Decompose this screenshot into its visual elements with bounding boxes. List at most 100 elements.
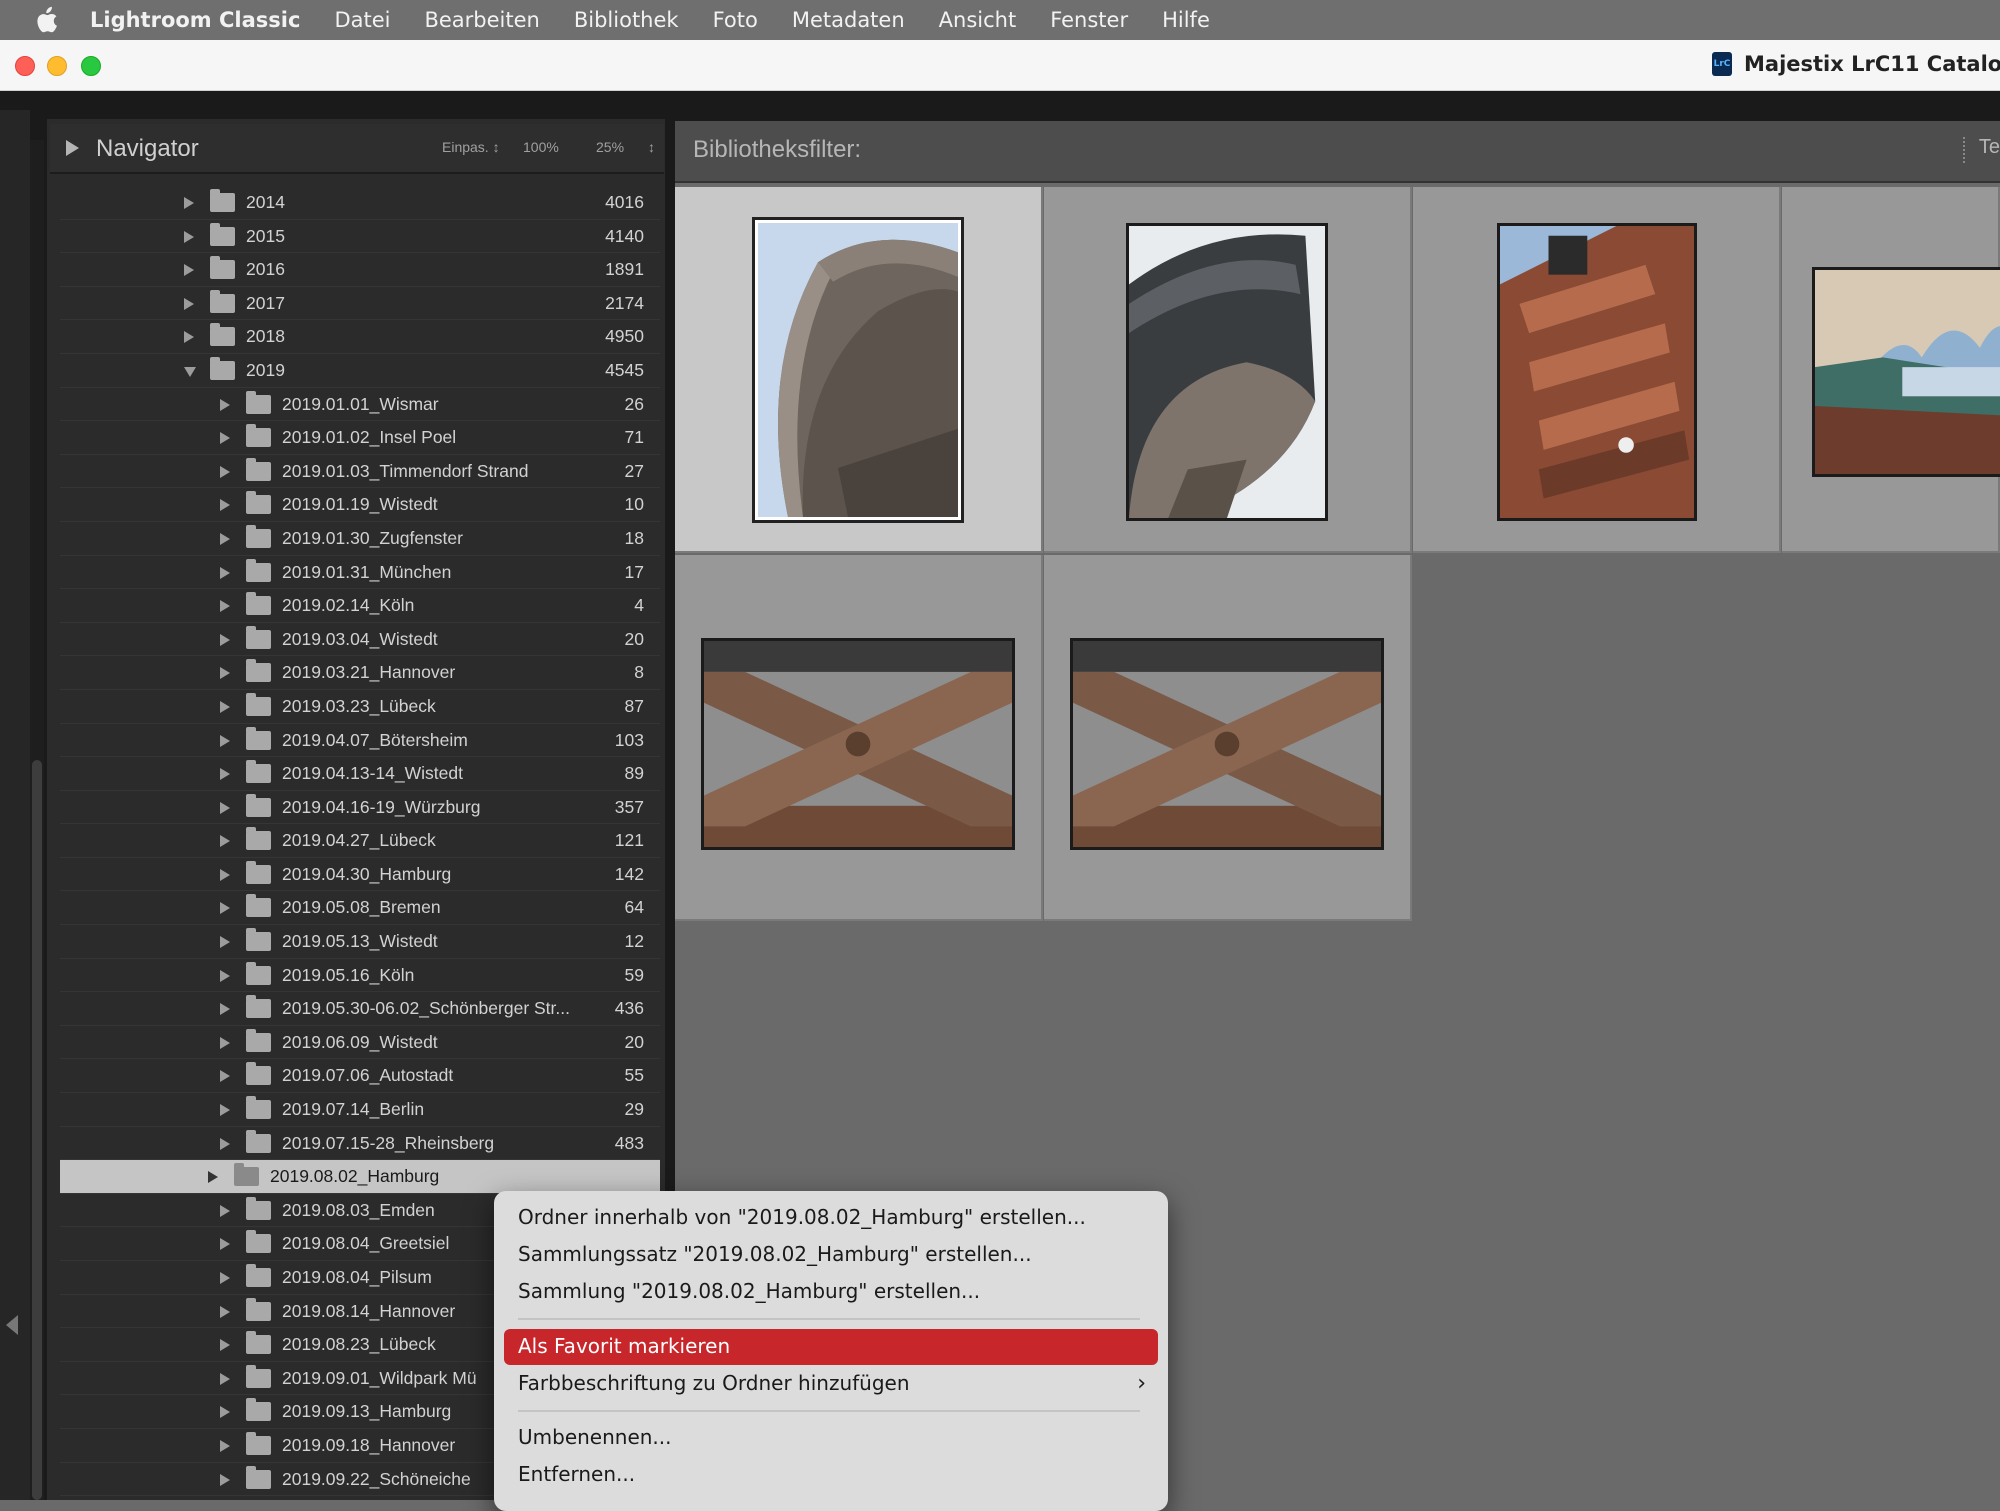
folder-row[interactable]: 2019.03.21_Hannover 8 (60, 656, 660, 690)
folder-row[interactable]: 2019.07.15-28_Rheinsberg 483 (60, 1127, 660, 1161)
collapsed-triangle-icon[interactable] (220, 1439, 230, 1452)
folder-row[interactable]: 2019.01.01_Wismar 26 (60, 388, 660, 422)
filter-text-option[interactable]: Te (1979, 136, 2000, 159)
folder-row[interactable]: 2019.04.07_Bötersheim 103 (60, 724, 660, 758)
zoom-stepper-icon[interactable]: ↕ (648, 139, 655, 155)
menu-rename[interactable]: Umbenennen... (518, 1425, 672, 1449)
menu-create-collection[interactable]: Sammlung "2019.08.02_Hamburg" erstellen.… (518, 1279, 980, 1303)
folder-row[interactable]: 2019.05.13_Wistedt 12 (60, 925, 660, 959)
grid-cell[interactable] (1044, 555, 1412, 921)
folder-row[interactable]: 2019.05.30-06.02_Schönberger Str... 436 (60, 992, 660, 1026)
window-minimize-button[interactable] (47, 56, 67, 76)
left-panel-scroll-thumb[interactable] (32, 760, 42, 1500)
collapsed-triangle-icon[interactable] (184, 264, 194, 277)
menu-bearbeiten[interactable]: Bearbeiten (424, 8, 539, 32)
collapsed-triangle-icon[interactable] (220, 1003, 230, 1016)
folder-row[interactable]: 2019.03.04_Wistedt 20 (60, 623, 660, 657)
collapsed-triangle-icon[interactable] (220, 734, 230, 747)
menu-remove[interactable]: Entfernen... (518, 1462, 635, 1486)
collapsed-triangle-icon[interactable] (220, 398, 230, 411)
folder-row[interactable]: 2019.01.30_Zugfenster 18 (60, 522, 660, 556)
collapse-left-panel-icon[interactable] (6, 1315, 18, 1335)
collapsed-triangle-icon[interactable] (184, 331, 194, 344)
folder-row[interactable]: 2019.01.31_München 17 (60, 556, 660, 590)
grid-cell[interactable] (1044, 187, 1412, 553)
folder-row[interactable]: 2019.02.14_Köln 4 (60, 589, 660, 623)
zoom-25-option[interactable]: 25% (596, 139, 624, 155)
folder-row-selected[interactable]: 2019.08.02_Hamburg (60, 1160, 660, 1194)
collapsed-triangle-icon[interactable] (220, 1372, 230, 1385)
collapsed-triangle-icon[interactable] (220, 667, 230, 680)
collapsed-triangle-icon[interactable] (220, 902, 230, 915)
collapsed-triangle-icon[interactable] (220, 566, 230, 579)
collapsed-triangle-icon[interactable] (220, 768, 230, 781)
collapsed-triangle-icon[interactable] (208, 1171, 218, 1184)
folder-row[interactable]: 2019.05.08_Bremen 64 (60, 891, 660, 926)
collapsed-triangle-icon[interactable] (220, 465, 230, 478)
collapsed-triangle-icon[interactable] (220, 499, 230, 512)
collapsed-triangle-icon[interactable] (220, 1473, 230, 1486)
zoom-fit-option[interactable]: Einpas. ↕ (442, 139, 500, 155)
folder-row[interactable]: 2019.06.09_Wistedt 20 (60, 1026, 660, 1060)
folder-row[interactable]: 2019.07.14_Berlin 29 (60, 1093, 660, 1127)
collapsed-triangle-icon[interactable] (184, 230, 194, 243)
folder-row[interactable]: 2019.04.27_Lübeck 121 (60, 824, 660, 858)
collapsed-triangle-icon[interactable] (220, 1204, 230, 1217)
menu-add-color-label[interactable]: Farbbeschriftung zu Ordner hinzufügen (518, 1371, 910, 1395)
menu-create-folder[interactable]: Ordner innerhalb von "2019.08.02_Hamburg… (518, 1205, 1086, 1229)
folder-row[interactable]: 2015 4140 (60, 220, 660, 254)
collapsed-triangle-icon[interactable] (220, 1070, 230, 1083)
photo-thumbnail[interactable] (701, 638, 1015, 850)
menu-fenster[interactable]: Fenster (1050, 8, 1128, 32)
disclosure-triangle-icon[interactable] (66, 140, 79, 156)
menu-ansicht[interactable]: Ansicht (939, 8, 1017, 32)
folder-row[interactable]: 2019.05.16_Köln 59 (60, 959, 660, 993)
collapsed-triangle-icon[interactable] (220, 1036, 230, 1049)
menu-bibliothek[interactable]: Bibliothek (574, 8, 679, 32)
grid-cell[interactable] (675, 187, 1043, 553)
expanded-triangle-icon[interactable] (184, 366, 196, 377)
folder-row[interactable]: 2019.01.03_Timmendorf Strand 27 (60, 455, 660, 489)
folder-row[interactable]: 2014 4016 (60, 186, 660, 220)
collapsed-triangle-icon[interactable] (184, 297, 194, 310)
photo-thumbnail[interactable] (1070, 638, 1384, 850)
apple-icon[interactable] (32, 6, 60, 34)
collapsed-triangle-icon[interactable] (220, 1406, 230, 1419)
collapsed-triangle-icon[interactable] (220, 600, 230, 613)
menu-app-name[interactable]: Lightroom Classic (90, 8, 300, 32)
collapsed-triangle-icon[interactable] (220, 936, 230, 949)
folder-row[interactable]: 2019.04.16-19_Würzburg 357 (60, 791, 660, 825)
folder-row[interactable]: 2019.03.23_Lübeck 87 (60, 690, 660, 724)
library-filter-bar[interactable]: Bibliotheksfilter: Te (675, 121, 2000, 183)
folder-row[interactable]: 2019 4545 (60, 354, 660, 388)
photo-thumbnail[interactable] (752, 217, 964, 523)
photo-thumbnail[interactable] (1497, 223, 1697, 521)
folder-row[interactable]: 2019.01.02_Insel Poel 71 (60, 421, 660, 455)
collapsed-triangle-icon[interactable] (220, 1104, 230, 1117)
collapsed-triangle-icon[interactable] (220, 835, 230, 848)
folder-row[interactable]: 2019.07.06_Autostadt 55 (60, 1059, 660, 1094)
grid-cell[interactable] (1413, 187, 1781, 553)
folder-row[interactable]: 2018 4950 (60, 320, 660, 354)
menu-mark-favorite[interactable]: Als Favorit markieren (518, 1334, 730, 1358)
collapsed-triangle-icon[interactable] (220, 1137, 230, 1150)
collapsed-triangle-icon[interactable] (220, 633, 230, 646)
collapsed-triangle-icon[interactable] (220, 1238, 230, 1251)
folder-row[interactable]: 2019.04.30_Hamburg 142 (60, 858, 660, 892)
menu-create-collection-set[interactable]: Sammlungssatz "2019.08.02_Hamburg" erste… (518, 1242, 1032, 1266)
navigator-header[interactable]: Navigator Einpas. ↕ 100% 25% ↕ (50, 124, 664, 174)
zoom-100-option[interactable]: 100% (523, 139, 559, 155)
collapsed-triangle-icon[interactable] (220, 868, 230, 881)
folder-row[interactable]: 2017 2174 (60, 287, 660, 321)
collapsed-triangle-icon[interactable] (184, 197, 194, 209)
grid-cell[interactable] (675, 555, 1043, 921)
window-close-button[interactable] (15, 56, 35, 76)
menu-foto[interactable]: Foto (713, 8, 758, 32)
collapsed-triangle-icon[interactable] (220, 801, 230, 814)
folder-row[interactable]: 2016 1891 (60, 253, 660, 287)
grid-cell[interactable] (1782, 187, 2000, 553)
folder-row[interactable]: 2019.04.13-14_Wistedt 89 (60, 757, 660, 791)
folder-row[interactable]: 2019.01.19_Wistedt 10 (60, 488, 660, 522)
menu-hilfe[interactable]: Hilfe (1162, 8, 1210, 32)
window-maximize-button[interactable] (81, 56, 101, 76)
